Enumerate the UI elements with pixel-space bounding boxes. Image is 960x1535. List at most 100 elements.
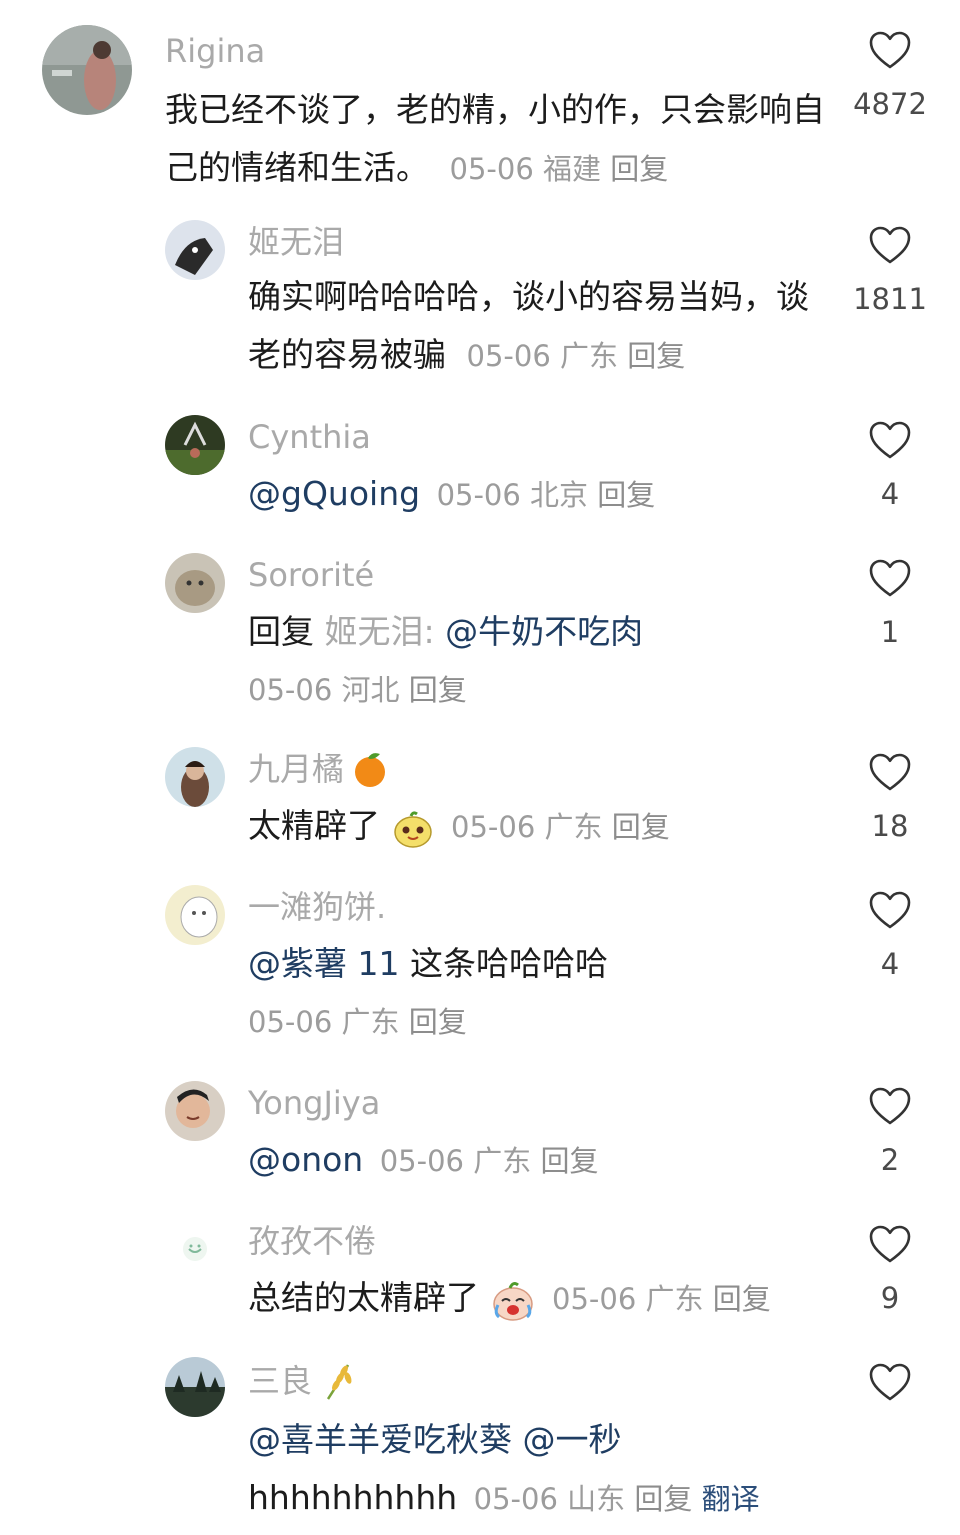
comment-text: 我已经不谈了，老的精，小的作，只会影响自己的情绪和生活。 05-06 福建 回复: [165, 81, 825, 198]
comment-item: 三良 @喜羊羊爱吃秋葵 @一秒 hhhhhhhhhh 05-06 山东 回复 翻…: [0, 1357, 960, 1532]
like-count: 18: [871, 809, 909, 843]
avatar[interactable]: [165, 747, 225, 807]
like-count: 9: [880, 1281, 900, 1315]
username[interactable]: 姬无泪: [248, 222, 838, 262]
comment-item: Cynthia @gQuoing 05-06 北京 回复 4: [0, 415, 960, 525]
like-control[interactable]: 1811: [850, 225, 930, 315]
reply-button[interactable]: 回复: [409, 1005, 467, 1039]
comment-meta: 05-06 河北: [248, 673, 400, 707]
reply-prefix: 回复: [248, 612, 314, 651]
reply-button[interactable]: 回复: [597, 478, 655, 512]
like-count: 2: [880, 1143, 900, 1177]
mention-link[interactable]: @onon: [248, 1140, 363, 1179]
comment-meta: 05-06 山东: [473, 1482, 626, 1516]
comment-content: hhhhhhhhhh: [248, 1478, 458, 1517]
comment-meta: 05-06 北京: [436, 478, 589, 512]
like-control[interactable]: 4: [850, 890, 930, 980]
username-text: 三良: [248, 1362, 313, 1400]
comment-text: @gQuoing 05-06 北京 回复: [248, 465, 838, 524]
smile-emoji-icon: [393, 810, 432, 848]
comment-text-line: hhhhhhhhhh 05-06 山东 回复 翻译: [248, 1469, 838, 1528]
comment-item: Sororité 回复 姬无泪: @牛奶不吃肉 05-06 河北 回复 1: [0, 553, 960, 723]
comment-item: 一滩狗饼. @紫薯 11 这条哈哈哈哈 05-06 广东 回复 4: [0, 885, 960, 1055]
heart-outline-icon[interactable]: [868, 752, 912, 792]
avatar[interactable]: [165, 1357, 225, 1417]
like-control[interactable]: 4872: [850, 30, 930, 120]
like-control[interactable]: [850, 1362, 930, 1420]
like-control[interactable]: 4: [850, 420, 930, 510]
avatar[interactable]: [165, 220, 225, 280]
comment-text: 确实啊哈哈哈哈，谈小的容易当妈，谈老的容易被骗 05-06 广东 回复: [248, 268, 838, 385]
mention-link[interactable]: @紫薯 11: [248, 944, 399, 983]
heart-outline-icon[interactable]: [868, 1224, 912, 1264]
reply-button[interactable]: 回复: [540, 1144, 598, 1178]
username[interactable]: Sororité: [248, 555, 838, 595]
reply-button[interactable]: 回复: [409, 673, 467, 707]
reply-target[interactable]: 姬无泪:: [325, 612, 435, 651]
heart-outline-icon[interactable]: [868, 225, 912, 265]
avatar[interactable]: [165, 1081, 225, 1141]
username[interactable]: 三良: [248, 1359, 838, 1403]
like-control[interactable]: 18: [850, 752, 930, 842]
reply-button[interactable]: 回复: [627, 339, 685, 373]
comment-meta: 05-06 福建: [449, 152, 602, 186]
username[interactable]: 九月橘: [248, 749, 838, 789]
heart-outline-icon[interactable]: [868, 1362, 912, 1402]
comment-meta: 05-06 广东: [451, 810, 603, 844]
comment-meta: 05-06 广东: [552, 1282, 704, 1316]
avatar[interactable]: [165, 553, 225, 613]
comment-content: 太精辟了: [248, 806, 380, 845]
rice-ear-emoji-icon: [326, 1364, 352, 1400]
like-count: 4: [880, 947, 900, 981]
comment-item: Rigina 我已经不谈了，老的精，小的作，只会影响自己的情绪和生活。 05-0…: [0, 25, 960, 195]
username[interactable]: 一滩狗饼.: [248, 887, 838, 927]
avatar[interactable]: [42, 25, 132, 115]
heart-outline-icon[interactable]: [868, 420, 912, 460]
comment-text: 总结的太精辟了 05-06 广东 回复: [248, 1269, 838, 1328]
username[interactable]: Cynthia: [248, 417, 838, 457]
comment-item: 姬无泪 确实啊哈哈哈哈，谈小的容易当妈，谈老的容易被骗 05-06 广东 回复 …: [0, 220, 960, 390]
comment-text: 太精辟了 05-06 广东 回复: [248, 797, 838, 856]
avatar[interactable]: [165, 1219, 225, 1279]
comment-item: YongJiya @onon 05-06 广东 回复 2: [0, 1081, 960, 1191]
heart-outline-icon[interactable]: [868, 1086, 912, 1126]
reply-button[interactable]: 回复: [610, 152, 668, 186]
translate-button[interactable]: 翻译: [702, 1482, 760, 1516]
username[interactable]: Rigina: [165, 31, 825, 71]
like-count: 1: [880, 615, 900, 649]
mention-link[interactable]: @喜羊羊爱吃秋葵: [248, 1420, 512, 1459]
like-control[interactable]: 2: [850, 1086, 930, 1176]
heart-outline-icon[interactable]: [868, 890, 912, 930]
username[interactable]: 孜孜不倦: [248, 1221, 838, 1261]
comment-meta: 05-06 广东: [248, 1005, 400, 1039]
comment-meta: 05-06 广东: [379, 1144, 532, 1178]
heart-outline-icon[interactable]: [868, 30, 912, 70]
comment-text: @onon 05-06 广东 回复: [248, 1131, 838, 1190]
comment-text: @喜羊羊爱吃秋葵 @一秒: [248, 1411, 838, 1469]
orange-emoji-icon: [355, 753, 386, 787]
mention-link[interactable]: @gQuoing: [248, 474, 420, 513]
like-count: 4: [880, 477, 900, 511]
username[interactable]: YongJiya: [248, 1083, 838, 1123]
like-control[interactable]: 9: [850, 1224, 930, 1314]
crying-laughing-emoji-icon: [492, 1281, 533, 1321]
username-text: 九月橘: [248, 750, 345, 788]
heart-outline-icon[interactable]: [868, 558, 912, 598]
like-count: 1811: [853, 282, 927, 316]
comment-content: 总结的太精辟了: [248, 1278, 479, 1317]
comment-meta: 05-06 广东: [466, 339, 619, 373]
avatar[interactable]: [165, 885, 225, 945]
comment-content: 这条哈哈哈哈: [409, 944, 608, 983]
mention-link[interactable]: @牛奶不吃肉: [445, 612, 643, 651]
comment-text: 回复 姬无泪: @牛奶不吃肉: [248, 603, 838, 661]
avatar[interactable]: [165, 415, 225, 475]
like-count: 4872: [853, 87, 927, 121]
comment-text: @紫薯 11 这条哈哈哈哈: [248, 935, 838, 993]
comment-item: 孜孜不倦 总结的太精辟了 05-06 广东 回复 9: [0, 1219, 960, 1329]
reply-button[interactable]: 回复: [634, 1482, 692, 1516]
reply-button[interactable]: 回复: [612, 810, 670, 844]
mention-link[interactable]: @一秒: [523, 1420, 622, 1459]
comment-item: 九月橘 太精辟了 05-06 广东 回复 18: [0, 747, 960, 857]
like-control[interactable]: 1: [850, 558, 930, 648]
reply-button[interactable]: 回复: [713, 1282, 771, 1316]
